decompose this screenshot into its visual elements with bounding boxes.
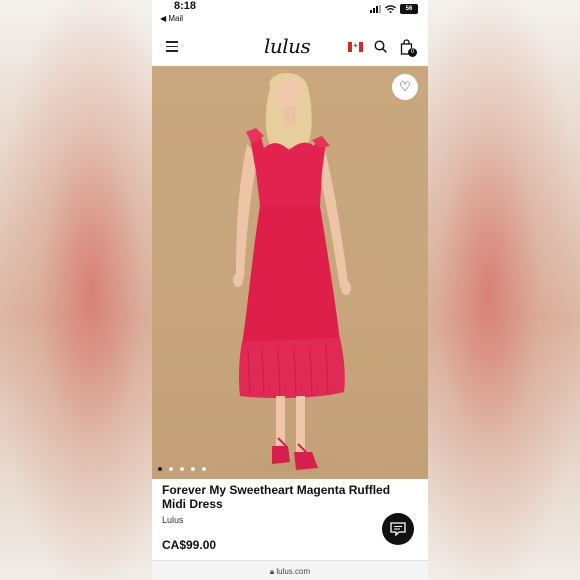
chat-bubble-icon: [390, 522, 406, 536]
product-image[interactable]: ♡: [152, 66, 428, 479]
background-blur-right: [428, 0, 580, 580]
back-to-mail-link[interactable]: ◀ Mail: [160, 14, 183, 23]
carousel-dot[interactable]: [169, 467, 173, 471]
search-icon[interactable]: [374, 40, 387, 53]
carousel-dot[interactable]: [158, 467, 162, 471]
url-text: lulus.com: [276, 567, 311, 576]
canada-flag-icon[interactable]: ✦: [348, 42, 363, 52]
lulus-logo[interactable]: lulus: [264, 34, 311, 58]
product-price: CA$99.00: [162, 538, 217, 552]
phone-screen: 8:18 ◀ Mail 56 lulus ✦ 0 ♡ Forever My Sw…: [152, 0, 428, 580]
carousel-dot[interactable]: [191, 467, 195, 471]
carousel-dot[interactable]: [180, 467, 184, 471]
browser-url-bar[interactable]: 🔒︎ lulus.com: [152, 560, 428, 580]
cart-count-badge: 0: [408, 48, 417, 57]
signal-icon: [370, 5, 381, 13]
top-nav: lulus ✦ 0: [152, 28, 428, 66]
status-indicators: 56: [370, 4, 418, 14]
product-brand[interactable]: Lulus: [162, 515, 184, 525]
battery-icon: 56: [400, 4, 418, 14]
product-title: Forever My Sweetheart Magenta Ruffled Mi…: [162, 483, 391, 511]
chat-button[interactable]: [382, 513, 414, 545]
model-photo: [202, 72, 382, 479]
menu-icon[interactable]: [166, 41, 178, 55]
carousel-dot[interactable]: [202, 467, 206, 471]
background-blur-left: [0, 0, 152, 580]
wishlist-heart-icon[interactable]: ♡: [392, 74, 418, 100]
image-carousel-dots[interactable]: [158, 467, 206, 471]
status-time: 8:18: [174, 0, 197, 12]
wifi-icon: [385, 5, 396, 13]
